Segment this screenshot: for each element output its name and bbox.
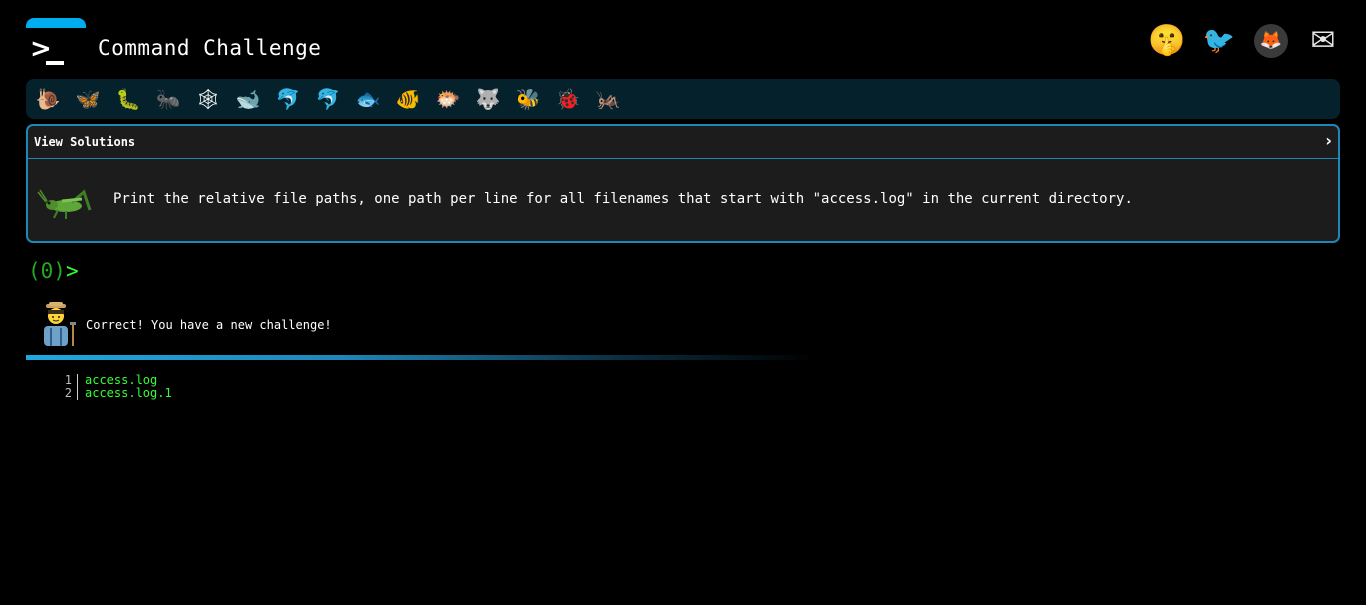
prompt-caret: >: [65, 259, 79, 283]
view-solutions-label: View Solutions: [34, 135, 136, 149]
command-prompt[interactable]: (0)>: [28, 259, 79, 283]
cursor-icon: [46, 61, 64, 65]
output-line: 2 access.log.1: [56, 387, 172, 400]
chevron-right-icon: ›: [1325, 131, 1332, 150]
cricket-icon: [37, 189, 92, 219]
spiderweb-icon[interactable]: 🕸: [192, 83, 224, 115]
view-solutions-toggle[interactable]: View Solutions ›: [28, 126, 1338, 159]
dolphin-2-icon[interactable]: 🐬: [312, 83, 344, 115]
ant-icon[interactable]: 🐜: [152, 83, 184, 115]
shushing-face-icon[interactable]: 🤫: [1148, 24, 1185, 58]
command-output: 1 access.log 2 access.log.1: [56, 374, 172, 400]
site-title[interactable]: Command Challenge: [98, 36, 321, 60]
twitter-icon[interactable]: 🐦: [1202, 24, 1236, 58]
cricket-icon[interactable]: 🦗: [592, 83, 624, 115]
challenge-progress-strip: 🐌 🦋 🐛 🐜 🕸 🐋 🐬 🐬 🐟 🐠 🐡 🐺 🐝 🐞 🦗: [26, 79, 1340, 119]
challenge-description: Print the relative file paths, one path …: [113, 191, 1133, 207]
farmer-avatar-icon: [44, 302, 76, 346]
blowfish-icon[interactable]: 🐡: [432, 83, 464, 115]
social-links: 🤫 🐦 🦊 ✉: [1148, 24, 1340, 58]
ladybug-icon[interactable]: 🐞: [552, 83, 584, 115]
bug-icon[interactable]: 🐛: [112, 83, 144, 115]
butterfly-icon[interactable]: 🦋: [72, 83, 104, 115]
line-number: 2: [56, 387, 78, 400]
site-logo[interactable]: >: [26, 18, 86, 68]
bee-icon[interactable]: 🐝: [512, 83, 544, 115]
wolf-icon[interactable]: 🐺: [472, 83, 504, 115]
response-message: Correct! You have a new challenge!: [86, 318, 332, 332]
terminal-prompt-icon: >: [30, 34, 52, 64]
snail-icon[interactable]: 🐌: [32, 83, 64, 115]
output-text: access.log.1: [85, 386, 172, 400]
tropical-fish-icon[interactable]: 🐠: [392, 83, 424, 115]
fish-icon[interactable]: 🐟: [352, 83, 384, 115]
mail-icon[interactable]: ✉: [1306, 24, 1340, 58]
challenge-panel: View Solutions › Print the relative file…: [26, 124, 1340, 243]
progress-divider: [26, 355, 816, 360]
dolphin-icon[interactable]: 🐬: [272, 83, 304, 115]
gitlab-icon[interactable]: 🦊: [1254, 24, 1288, 58]
whale-icon[interactable]: 🐋: [232, 83, 264, 115]
score-counter: (0): [28, 259, 66, 283]
